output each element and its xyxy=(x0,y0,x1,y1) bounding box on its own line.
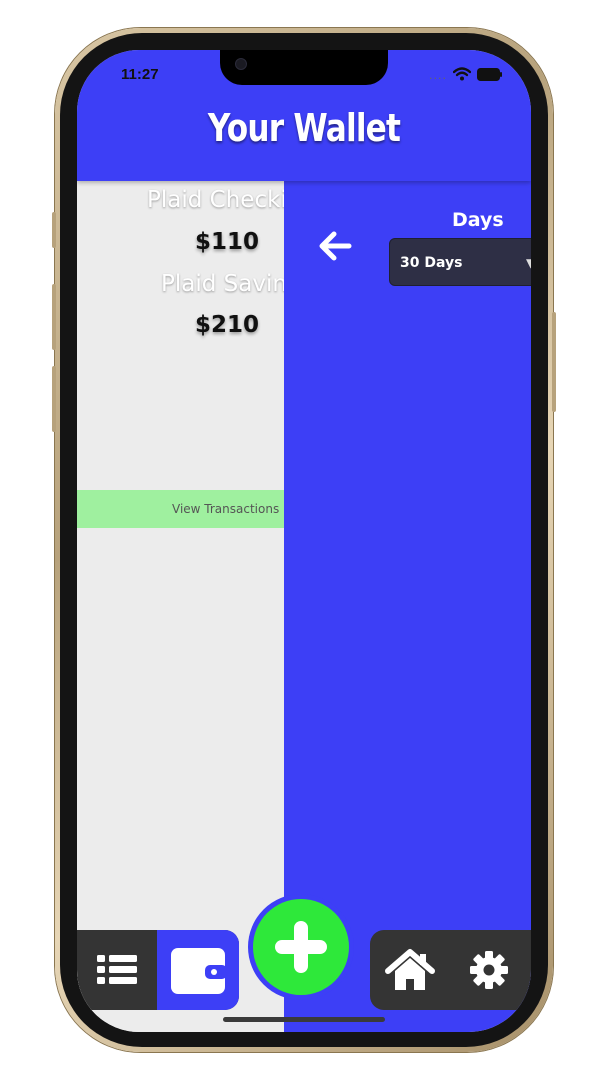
list-icon xyxy=(97,955,137,984)
home-indicator xyxy=(223,1017,385,1022)
side-button xyxy=(52,284,56,350)
page-title: Your Wallet xyxy=(207,106,401,150)
nav-home-button[interactable] xyxy=(380,945,440,995)
side-button xyxy=(52,212,56,248)
nav-wallet-button[interactable] xyxy=(157,930,239,1010)
wifi-icon xyxy=(452,66,472,85)
days-dropdown[interactable]: 30 Days ▼ xyxy=(389,238,531,286)
status-time: 11:27 xyxy=(121,66,159,83)
days-label: Days xyxy=(452,209,504,231)
account-amount: $110 xyxy=(194,229,259,255)
wallet-icon xyxy=(171,948,227,994)
view-transactions-label: View Transactions xyxy=(172,502,280,516)
camera-icon xyxy=(235,58,247,70)
chevron-down-icon: ▼ xyxy=(526,256,531,270)
plus-icon xyxy=(275,921,327,973)
home-icon xyxy=(385,949,435,990)
nav-list-button[interactable] xyxy=(77,930,157,1010)
side-button xyxy=(552,312,556,412)
signal-icon: .... xyxy=(429,69,447,82)
side-button xyxy=(52,366,56,432)
account-amount: $210 xyxy=(194,312,259,338)
account-name: Plaid Checking xyxy=(147,187,307,213)
add-button[interactable] xyxy=(253,899,349,995)
back-arrow-icon[interactable] xyxy=(318,231,352,265)
status-icons: .... xyxy=(429,66,503,85)
battery-icon xyxy=(477,66,503,85)
view-transactions-button[interactable]: View Transactions xyxy=(77,490,284,528)
screen: Plaid Checking $110 Plaid Saving $210 Vi… xyxy=(77,50,531,1032)
nav-settings-button[interactable] xyxy=(459,945,519,995)
gear-icon xyxy=(470,951,508,989)
days-dropdown-value: 30 Days xyxy=(400,255,463,271)
